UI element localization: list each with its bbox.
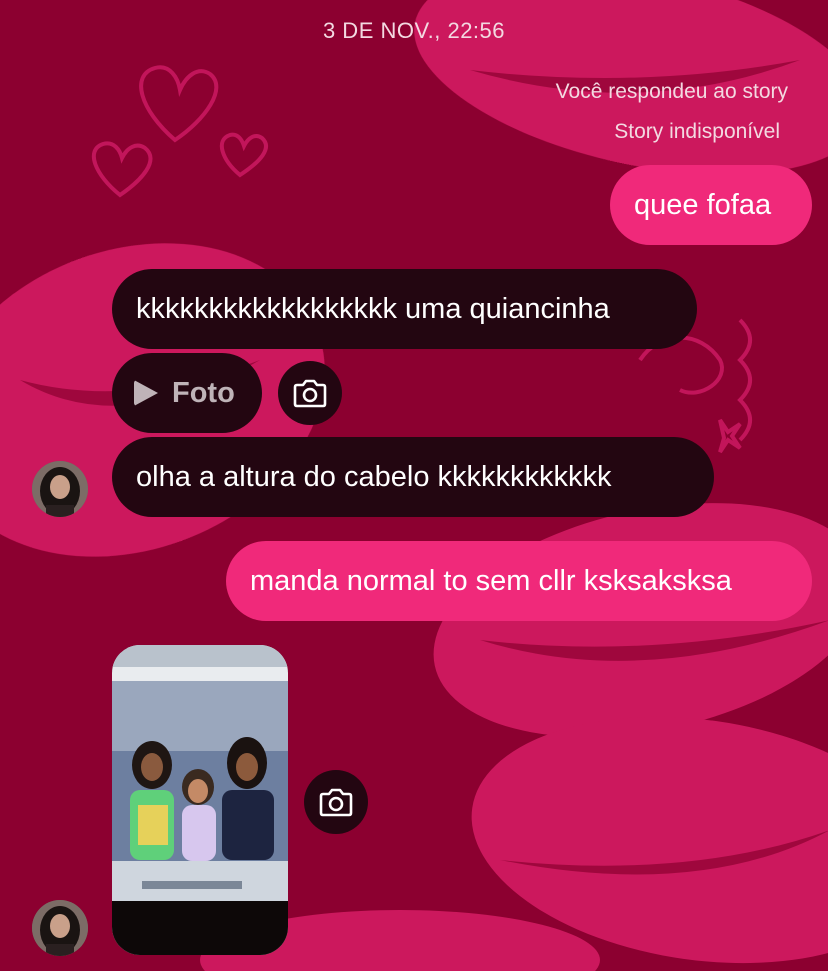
play-icon <box>134 380 158 406</box>
avatar[interactable] <box>32 900 88 956</box>
message-incoming[interactable]: kkkkkkkkkkkkkkkkkk uma quiancinha <box>112 269 697 349</box>
reply-camera-button[interactable] <box>278 361 342 425</box>
story-unavailable-label[interactable]: Story indisponível <box>614 120 780 144</box>
message-incoming[interactable]: olha a altura do cabelo kkkkkkkkkkkk <box>112 437 714 517</box>
heart-icon <box>139 65 219 143</box>
message-text: manda normal to sem cllr ksksaksksa <box>250 564 732 597</box>
view-once-photo-label: Foto <box>172 376 235 409</box>
photo-message[interactable] <box>112 645 288 955</box>
chat-timestamp: 3 DE NOV., 22:56 <box>322 18 506 43</box>
avatar[interactable] <box>32 461 88 517</box>
reply-camera-button[interactable] <box>304 770 368 834</box>
message-text: olha a altura do cabelo kkkkkkkkkkkk <box>136 460 612 493</box>
heart-icon <box>219 132 268 178</box>
message-outgoing[interactable]: manda normal to sem cllr ksksaksksa <box>226 541 812 621</box>
story-reply-note: Você respondeu ao story <box>555 80 788 103</box>
camera-icon <box>293 379 327 408</box>
message-text: quee fofaa <box>634 188 772 221</box>
view-once-photo-button[interactable]: Foto <box>112 353 262 433</box>
camera-icon <box>319 788 353 817</box>
shared-photo <box>112 645 288 955</box>
heart-icon <box>91 141 153 198</box>
message-outgoing[interactable]: quee fofaa <box>610 165 812 245</box>
message-text: kkkkkkkkkkkkkkkkkk uma quiancinha <box>136 292 610 325</box>
